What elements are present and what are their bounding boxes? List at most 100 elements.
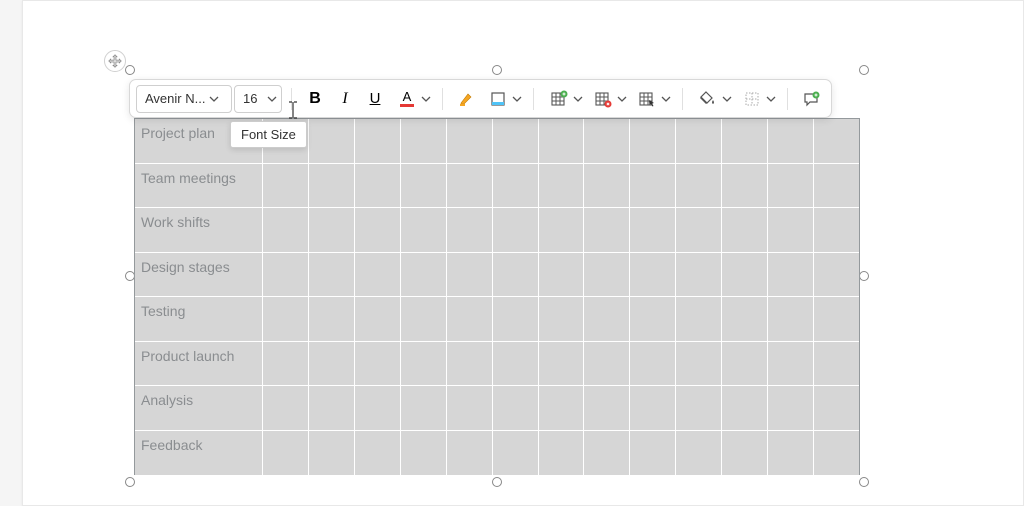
row-label-cell[interactable]: Testing <box>135 297 263 341</box>
table-row[interactable]: Team meetings <box>135 164 859 209</box>
table-cell[interactable] <box>630 297 676 341</box>
table-cell[interactable] <box>401 119 447 163</box>
table-cell[interactable] <box>722 342 768 386</box>
table-cell[interactable] <box>401 386 447 430</box>
underline-button[interactable]: U <box>361 85 389 113</box>
resize-handle-se[interactable] <box>859 477 869 487</box>
table-row[interactable]: Analysis <box>135 386 859 431</box>
table-cell[interactable] <box>493 297 539 341</box>
font-size-dropdown[interactable]: 16 <box>234 85 282 113</box>
table-cell[interactable] <box>676 342 722 386</box>
table-cell[interactable] <box>355 208 401 252</box>
resize-handle-e[interactable] <box>859 271 869 281</box>
table-cell[interactable] <box>263 297 309 341</box>
table-cell[interactable] <box>539 164 585 208</box>
table-cell[interactable] <box>493 253 539 297</box>
table-row[interactable]: Feedback <box>135 431 859 476</box>
row-label-cell[interactable]: Feedback <box>135 431 263 476</box>
table-cell[interactable] <box>447 119 493 163</box>
table-cell[interactable] <box>401 253 447 297</box>
table-cell[interactable] <box>447 297 493 341</box>
table-cell[interactable] <box>309 164 355 208</box>
table-cell[interactable] <box>355 431 401 476</box>
table-cell[interactable] <box>447 386 493 430</box>
table-cell[interactable] <box>676 119 722 163</box>
font-color-dropdown[interactable]: A <box>391 85 433 113</box>
table-cell[interactable] <box>768 342 814 386</box>
table-cell[interactable] <box>401 431 447 476</box>
row-label-cell[interactable]: Team meetings <box>135 164 263 208</box>
table-cell[interactable] <box>676 386 722 430</box>
table-cell[interactable] <box>447 342 493 386</box>
resize-handle-ne[interactable] <box>859 65 869 75</box>
table-cell[interactable] <box>814 386 859 430</box>
table-cell[interactable] <box>630 386 676 430</box>
table-cell[interactable] <box>263 164 309 208</box>
table-cell[interactable] <box>263 431 309 476</box>
table-cell[interactable] <box>768 297 814 341</box>
table-cell[interactable] <box>493 342 539 386</box>
table-cell[interactable] <box>630 208 676 252</box>
table-cell[interactable] <box>814 431 859 476</box>
shading-dropdown[interactable] <box>692 85 734 113</box>
table-cell[interactable] <box>630 119 676 163</box>
table-cell[interactable] <box>355 297 401 341</box>
table-cell[interactable] <box>539 253 585 297</box>
table-cell[interactable] <box>401 342 447 386</box>
table-cell[interactable] <box>676 431 722 476</box>
row-label-cell[interactable]: Work shifts <box>135 208 263 252</box>
table-cell[interactable] <box>263 386 309 430</box>
table-cell[interactable] <box>722 208 768 252</box>
table-cell[interactable] <box>630 253 676 297</box>
table-cell[interactable] <box>722 297 768 341</box>
italic-button[interactable]: I <box>331 85 359 113</box>
table-cell[interactable] <box>814 253 859 297</box>
table-cell[interactable] <box>722 253 768 297</box>
table-cell[interactable] <box>722 431 768 476</box>
table-cell[interactable] <box>584 208 630 252</box>
table-cell[interactable] <box>768 386 814 430</box>
table-cell[interactable] <box>309 253 355 297</box>
table-cell[interactable] <box>768 253 814 297</box>
table-cell[interactable] <box>355 119 401 163</box>
table-cell[interactable] <box>814 297 859 341</box>
table-cell[interactable] <box>355 164 401 208</box>
table-cell[interactable] <box>768 431 814 476</box>
table-cell[interactable] <box>355 342 401 386</box>
fill-color-dropdown[interactable] <box>482 85 524 113</box>
table-cell[interactable] <box>768 119 814 163</box>
table-cell[interactable] <box>584 386 630 430</box>
table-cell[interactable] <box>676 164 722 208</box>
table-cell[interactable] <box>493 208 539 252</box>
table-cell[interactable] <box>263 253 309 297</box>
table-cell[interactable] <box>493 119 539 163</box>
table[interactable]: Project planTeam meetingsWork shiftsDesi… <box>134 118 860 475</box>
table-cell[interactable] <box>676 297 722 341</box>
row-label-cell[interactable]: Analysis <box>135 386 263 430</box>
table-cell[interactable] <box>263 342 309 386</box>
table-cell[interactable] <box>355 386 401 430</box>
table-cell[interactable] <box>676 253 722 297</box>
table-cell[interactable] <box>309 386 355 430</box>
table-cell[interactable] <box>309 119 355 163</box>
table-cell[interactable] <box>768 208 814 252</box>
table-row[interactable]: Testing <box>135 297 859 342</box>
bold-button[interactable]: B <box>301 85 329 113</box>
row-label-cell[interactable]: Design stages <box>135 253 263 297</box>
table-cell[interactable] <box>493 164 539 208</box>
highlight-button[interactable] <box>452 85 480 113</box>
insert-table-dropdown[interactable] <box>543 85 585 113</box>
table-cell[interactable] <box>401 164 447 208</box>
table-cell[interactable] <box>630 431 676 476</box>
table-cell[interactable] <box>539 431 585 476</box>
table-cell[interactable] <box>401 297 447 341</box>
table-cell[interactable] <box>584 431 630 476</box>
table-cell[interactable] <box>447 208 493 252</box>
table-cell[interactable] <box>539 119 585 163</box>
table-cell[interactable] <box>584 253 630 297</box>
add-comment-button[interactable] <box>797 85 825 113</box>
table-cell[interactable] <box>722 164 768 208</box>
table-cell[interactable] <box>309 431 355 476</box>
table-cell[interactable] <box>584 119 630 163</box>
table-cell[interactable] <box>814 119 859 163</box>
